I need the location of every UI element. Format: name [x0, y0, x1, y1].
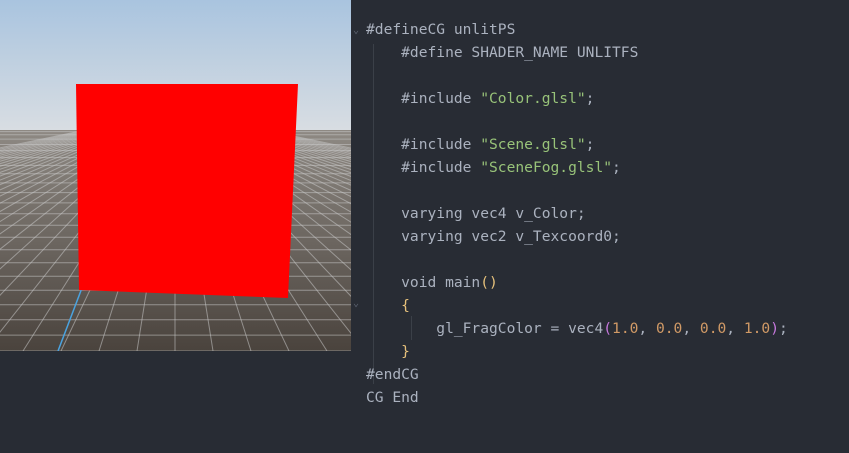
- code-token: #define SHADER_NAME UNLITFS: [366, 44, 639, 61]
- code-token: #include: [366, 136, 481, 153]
- code-token: }: [401, 343, 410, 360]
- code-token: 0.0: [699, 320, 727, 337]
- code-token: 0.0: [655, 320, 683, 337]
- code-token: ;: [779, 320, 788, 337]
- code-line[interactable]: #defineCG unlitPS: [366, 18, 515, 41]
- code-token: ,: [726, 320, 744, 337]
- code-line[interactable]: }: [366, 340, 410, 363]
- code-token: gl_FragColor = vec4: [366, 320, 604, 337]
- code-token: "SceneFog.glsl": [480, 159, 613, 176]
- code-token: "Color.glsl": [480, 90, 586, 107]
- code-token: #defineCG unlitPS: [366, 21, 516, 38]
- code-token: 1.0: [612, 320, 639, 337]
- code-line[interactable]: varying vec4 v_Color;: [366, 202, 586, 225]
- code-line[interactable]: #define SHADER_NAME UNLITFS: [366, 41, 638, 64]
- code-token: ;: [585, 136, 595, 153]
- code-token: (): [480, 274, 498, 291]
- scene-viewport[interactable]: [0, 0, 351, 351]
- fold-chevron-icon[interactable]: ⌄: [353, 25, 359, 36]
- code-line[interactable]: void main(): [366, 271, 498, 294]
- code-token: void main: [366, 274, 481, 291]
- code-line[interactable]: CG End: [366, 386, 419, 409]
- code-line[interactable]: #include "Color.glsl";: [366, 87, 594, 110]
- code-token: CG End: [366, 389, 419, 406]
- code-token: "Scene.glsl": [480, 136, 586, 153]
- code-line[interactable]: {: [366, 294, 410, 317]
- fold-chevron-icon[interactable]: ⌄: [353, 298, 359, 309]
- red-cube[interactable]: [76, 84, 298, 298]
- empty-panel: [0, 351, 351, 453]
- code-token: ;: [585, 90, 595, 107]
- code-token: ): [770, 320, 779, 337]
- code-line[interactable]: #include "SceneFog.glsl";: [366, 156, 621, 179]
- code-token: #endCG: [366, 366, 419, 383]
- code-token: ;: [612, 159, 621, 176]
- code-token: (: [603, 320, 613, 337]
- code-token: ,: [638, 320, 656, 337]
- code-line[interactable]: #endCG: [366, 363, 419, 386]
- code-token: varying vec2 v_Texcoord0;: [366, 228, 621, 245]
- code-token: ,: [682, 320, 700, 337]
- code-editor[interactable]: ⌄ ⌄ #defineCG unlitPS #define SHADER_NAM…: [351, 0, 849, 453]
- code-token: #include: [366, 159, 481, 176]
- code-token: #include: [366, 90, 481, 107]
- scene-render: [0, 0, 351, 351]
- code-line[interactable]: gl_FragColor = vec4(1.0, 0.0, 0.0, 1.0);: [366, 317, 788, 340]
- code-line[interactable]: varying vec2 v_Texcoord0;: [366, 225, 621, 248]
- code-line[interactable]: #include "Scene.glsl";: [366, 133, 594, 156]
- code-token: varying vec4 v_Color;: [366, 205, 586, 222]
- code-token: {: [401, 297, 410, 314]
- code-token: 1.0: [743, 320, 771, 337]
